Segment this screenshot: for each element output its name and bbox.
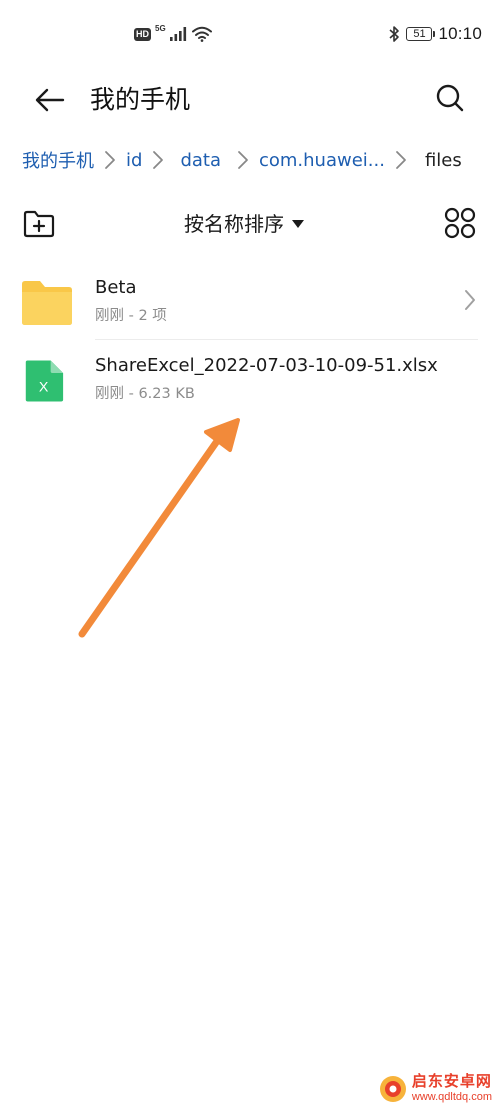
status-left: HD 5G xyxy=(134,24,212,42)
excel-file-icon: X xyxy=(25,360,64,402)
status-bar: HD 5G 51 10:10 xyxy=(0,0,500,72)
sort-label: 按名称排序 xyxy=(184,212,284,236)
grid-view-button[interactable] xyxy=(444,206,476,240)
sort-dropdown[interactable]: 按名称排序 xyxy=(184,208,304,240)
watermark-text: 启东安卓网 www.qdltdq.com xyxy=(412,1073,492,1105)
status-right: 51 10:10 xyxy=(388,24,482,44)
file-list: Beta 刚刚 - 2 项 X ShareExcel_2022-07-03-10… xyxy=(0,262,500,418)
breadcrumb-item-my-phone[interactable]: 我的手机 xyxy=(22,147,94,173)
breadcrumb-item-files: files xyxy=(424,149,462,171)
page-title: 我的手机 xyxy=(90,85,191,114)
search-icon xyxy=(436,84,464,112)
watermark-name: 启东安卓网 xyxy=(411,1072,492,1090)
file-meta: 刚刚 - 2 项 xyxy=(95,308,167,324)
toolbar: 按名称排序 xyxy=(0,200,500,248)
caret-down-icon xyxy=(292,220,304,228)
breadcrumb-item-data[interactable]: data xyxy=(180,150,221,171)
app-bar: 我的手机 xyxy=(0,72,500,128)
hd-badge: HD xyxy=(134,27,151,41)
arrow-left-icon xyxy=(35,88,65,112)
grid-view-icon xyxy=(444,207,476,239)
file-name: ShareExcel_2022-07-03-10-09-51.xlsx xyxy=(95,355,438,376)
watermark-logo-icon xyxy=(379,1076,406,1102)
watermark-url: www.qdltdq.com xyxy=(411,1091,492,1103)
watermark: 启东安卓网 www.qdltdq.com xyxy=(378,1073,492,1105)
network-type: 5G xyxy=(155,24,166,33)
chevron-right-icon xyxy=(231,148,255,172)
file-name: Beta xyxy=(95,277,137,298)
chevron-right-icon xyxy=(98,148,122,172)
back-button[interactable] xyxy=(30,80,70,120)
chevron-right-icon xyxy=(146,148,170,172)
chevron-right-icon xyxy=(389,148,413,172)
list-item[interactable]: Beta 刚刚 - 2 项 xyxy=(0,262,500,340)
clock: 10:10 xyxy=(438,24,482,43)
list-item[interactable]: X ShareExcel_2022-07-03-10-09-51.xlsx 刚刚… xyxy=(0,340,500,418)
file-meta: 刚刚 - 6.23 KB xyxy=(95,386,195,402)
battery-indicator: 51 xyxy=(406,27,436,41)
signal-icon xyxy=(169,27,186,41)
breadcrumb-item-com-huawei[interactable]: com.huawei... xyxy=(259,150,385,171)
file-manager-screen: HD 5G 51 10:10 我的手机 我的手机 id data com.hua… xyxy=(0,0,500,1111)
breadcrumb: 我的手机 id data com.huawei... files xyxy=(22,140,492,180)
search-button[interactable] xyxy=(430,78,470,118)
new-folder-button[interactable] xyxy=(22,208,56,240)
breadcrumb-item-id[interactable]: id xyxy=(126,150,142,171)
battery-level: 51 xyxy=(413,28,426,40)
wifi-icon xyxy=(191,26,212,42)
new-folder-icon xyxy=(23,210,55,238)
excel-letter: X xyxy=(39,380,49,396)
bluetooth-icon xyxy=(389,26,400,42)
folder-icon xyxy=(22,281,72,325)
chevron-right-icon xyxy=(465,290,475,310)
